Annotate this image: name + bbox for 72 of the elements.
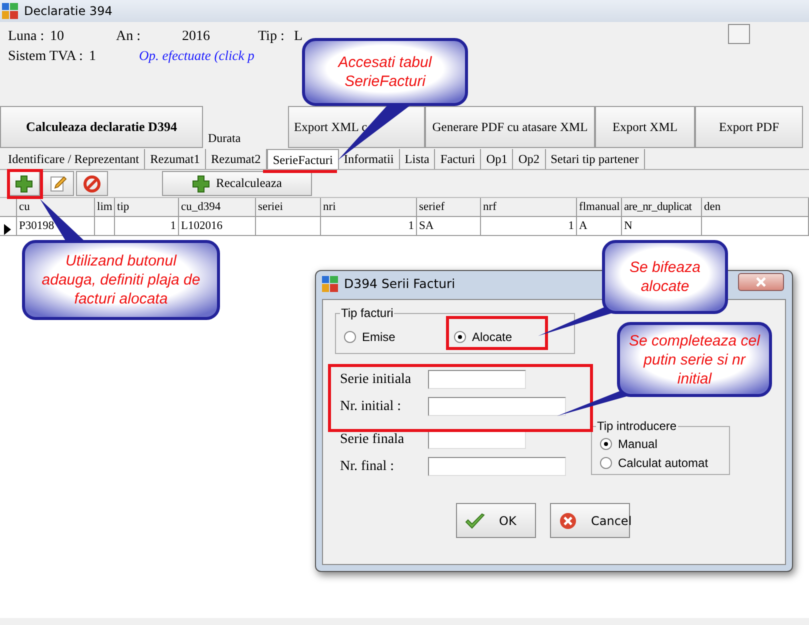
square-button[interactable] xyxy=(728,24,750,44)
close-button[interactable] xyxy=(738,273,784,291)
export-button[interactable]: Generare PDF cu atasare XML xyxy=(425,106,595,148)
field-value: L xyxy=(294,28,304,46)
column-header: den xyxy=(702,198,809,216)
app-icon xyxy=(2,3,18,19)
app-icon xyxy=(322,276,338,292)
table-cell: 1 xyxy=(115,217,179,235)
cancel-icon xyxy=(559,512,577,530)
table-cell: 1 xyxy=(321,217,417,235)
forbidden-icon xyxy=(83,174,101,192)
group-label: Tip introducere xyxy=(596,418,678,434)
table-cell: N xyxy=(622,217,702,235)
delete-button[interactable] xyxy=(76,171,108,196)
window-title: Declaratie 394 xyxy=(24,3,112,20)
table-cell: 1 xyxy=(481,217,577,235)
highlight-frame xyxy=(7,169,43,199)
field-value: 2016 xyxy=(182,28,211,46)
field-label: Nr. final : xyxy=(340,458,394,476)
field-label: Nr. initial : xyxy=(340,398,402,416)
duration-label: Durata xyxy=(207,130,242,147)
field-value: 1 xyxy=(88,48,97,66)
column-header: flmanual xyxy=(577,198,622,216)
field-label: Serie initiala xyxy=(340,371,412,389)
tab[interactable]: Setari tip partener xyxy=(546,148,645,169)
radio-option[interactable]: Calculat automat xyxy=(600,454,708,472)
column-header: tip xyxy=(115,198,179,216)
table-cell: L102016 xyxy=(179,217,256,235)
plus-icon xyxy=(15,174,33,192)
dialog-title: D394 Serii Facturi xyxy=(344,274,456,293)
table-cell: SA xyxy=(417,217,481,235)
field-label: An : xyxy=(116,28,142,46)
dialog-button[interactable]: Cancel xyxy=(550,503,630,538)
callout-text: Accesati tabul SerieFacturi xyxy=(336,53,433,91)
field-label: Sistem TVA : xyxy=(8,48,83,66)
tab[interactable]: SerieFacturi xyxy=(266,149,339,169)
add-button[interactable] xyxy=(8,171,40,196)
export-button[interactable]: Export PDF xyxy=(695,106,803,148)
field-label: Luna : xyxy=(8,28,46,46)
column-header: nri xyxy=(321,198,417,216)
input-field[interactable] xyxy=(428,397,566,416)
group-label: Tip facturi xyxy=(340,305,394,321)
input-field[interactable] xyxy=(428,457,566,476)
edit-icon xyxy=(49,174,67,192)
column-header: serief xyxy=(417,198,481,216)
radio-option[interactable]: Alocate xyxy=(454,328,512,346)
callout-text: Se bifeaza alocate xyxy=(628,258,702,296)
column-header: lim xyxy=(95,198,115,216)
table-cell: A xyxy=(577,217,622,235)
close-icon xyxy=(756,277,766,287)
calculate-button[interactable]: Calculeaza declaratie D394 xyxy=(0,106,203,148)
column-header: cu xyxy=(17,198,95,216)
radio-option[interactable]: Emise xyxy=(344,328,396,346)
dialog-button[interactable]: OK xyxy=(456,503,536,538)
field-value: 10 xyxy=(50,28,65,46)
radio-option[interactable]: Manual xyxy=(600,435,658,453)
edit-button[interactable] xyxy=(42,171,74,196)
input-field[interactable] xyxy=(428,370,526,389)
column-header: seriei xyxy=(256,198,321,216)
field-label: Serie finala xyxy=(340,431,404,449)
field-label: Tip : xyxy=(258,28,286,46)
export-button[interactable]: Export XML xyxy=(595,106,695,148)
operations-link[interactable]: Op. efectuate (click p xyxy=(138,46,254,66)
plus-icon xyxy=(192,174,210,192)
check-icon xyxy=(465,512,485,528)
callout-text: Utilizand butonul adauga, definiti plaja de facturi alocata xyxy=(40,252,202,308)
column-header: nrf xyxy=(481,198,577,216)
column-header: are_nr_duplicat xyxy=(622,198,702,216)
column-header: cu_d394 xyxy=(179,198,256,216)
callout-text: Se completeaza cel putin serie si nr initial xyxy=(628,331,762,388)
row-pointer-icon xyxy=(4,224,11,235)
recalculate-button[interactable]: Recalculeaza xyxy=(162,171,312,196)
